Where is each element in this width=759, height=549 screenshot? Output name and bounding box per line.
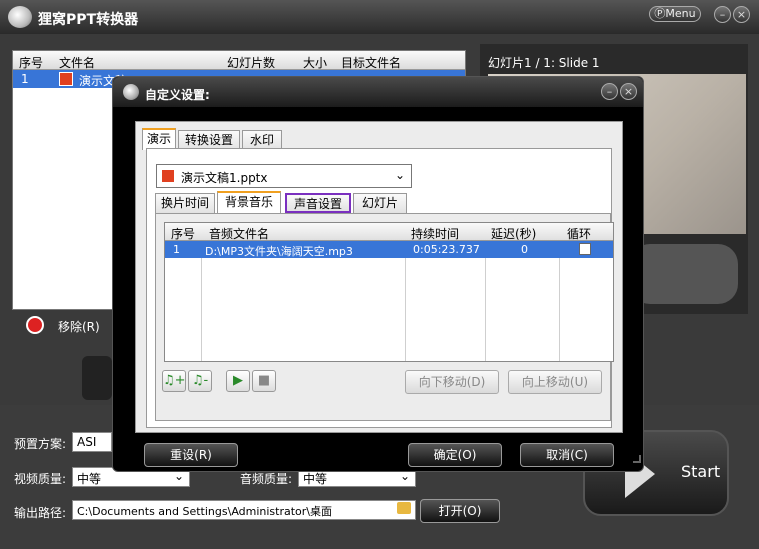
move-up-button[interactable]: 向上移动(U) [508, 370, 602, 394]
col-duration[interactable]: 持续时间 [411, 225, 459, 242]
tab-demo[interactable]: 演示 [142, 128, 176, 150]
output-label: 输出路径: [14, 506, 67, 520]
col-size[interactable]: 大小 [303, 54, 327, 71]
menu-label: Menu [665, 7, 696, 20]
file-select[interactable]: 演示文稿1.pptx ⌄ [156, 164, 412, 188]
playback-controls[interactable] [630, 244, 738, 304]
output-path-field[interactable]: C:\Documents and Settings\Administrator\… [72, 500, 416, 520]
video-quality-label: 视频质量: [14, 472, 67, 486]
dialog-body: 演示 转换设置 水印 演示文稿1.pptx ⌄ 换片时间 背景音乐 声音设置 幻… [135, 121, 623, 433]
app-logo-icon [8, 6, 32, 28]
start-label: Start [681, 462, 721, 481]
subtab-background-music[interactable]: 背景音乐 [217, 191, 281, 213]
add-music-icon[interactable]: ♫+ [162, 370, 186, 392]
col-audio-file[interactable]: 音频文件名 [209, 225, 269, 242]
audio-quality-value: 中等 [303, 472, 328, 486]
row-audio-file: D:\MP3文件夹\海阔天空.mp3 [205, 245, 353, 258]
menu-button[interactable]: ⓅMenu [649, 6, 701, 22]
col-target[interactable]: 目标文件名 [341, 54, 401, 71]
tab-convert-settings[interactable]: 转换设置 [178, 130, 240, 150]
demo-tab-pane: 演示文稿1.pptx ⌄ 换片时间 背景音乐 声音设置 幻灯片 序号 音频文件名… [146, 148, 614, 428]
add-file-icon[interactable] [82, 356, 112, 400]
subtab-sound-settings[interactable]: 声音设置 [285, 193, 351, 213]
col-slides[interactable]: 幻灯片数 [227, 54, 275, 71]
remove-icon[interactable] [26, 316, 44, 334]
ok-button[interactable]: 确定(O) [408, 443, 502, 467]
cancel-button[interactable]: 取消(C) [520, 443, 614, 467]
col-index[interactable]: 序号 [19, 54, 43, 71]
col-index[interactable]: 序号 [171, 225, 195, 242]
open-button[interactable]: 打开(O) [420, 499, 500, 523]
dialog-title-bar: 自定义设置: – × [113, 77, 643, 107]
file-select-value: 演示文稿1.pptx [181, 171, 268, 185]
preset-value: ASI [77, 435, 97, 449]
audio-table: 序号 音频文件名 持续时间 延迟(秒) 循环 1 D:\MP3文件夹\海阔天空.… [164, 222, 614, 362]
folder-icon[interactable] [397, 502, 411, 514]
chevron-down-icon: ⌄ [394, 168, 405, 182]
app-title: 狸窝PPT转换器 [38, 12, 139, 28]
loop-checkbox[interactable] [579, 243, 591, 255]
play-icon[interactable]: ▶ [226, 370, 250, 392]
dialog-title: 自定义设置: [145, 88, 210, 102]
remove-button[interactable]: 移除(R) [58, 318, 100, 335]
col-delay[interactable]: 延迟(秒) [491, 225, 536, 242]
col-filename[interactable]: 文件名 [59, 54, 95, 71]
audio-table-header: 序号 音频文件名 持续时间 延迟(秒) 循环 [165, 223, 613, 241]
tab-watermark[interactable]: 水印 [242, 130, 282, 150]
custom-settings-dialog: 自定义设置: – × 演示 转换设置 水印 演示文稿1.pptx ⌄ 换片时间 … [112, 76, 644, 472]
file-list-header: 序号 文件名 幻灯片数 大小 目标文件名 [13, 51, 465, 70]
close-icon[interactable]: × [733, 6, 750, 23]
audio-quality-label: 音频质量: [240, 472, 293, 486]
title-bar: 狸窝PPT转换器 ⓅMenu – × [0, 0, 759, 34]
row-delay: 0 [521, 243, 528, 256]
minimize-icon[interactable]: – [714, 6, 731, 23]
subtab-slides[interactable]: 幻灯片 [353, 193, 407, 213]
col-loop[interactable]: 循环 [567, 225, 591, 242]
table-row[interactable]: 1 D:\MP3文件夹\海阔天空.mp3 0:05:23.737 0 [165, 241, 613, 258]
preset-label: 预置方案: [14, 437, 67, 451]
output-path-value: C:\Documents and Settings\Administrator\… [77, 505, 333, 518]
background-music-pane: 序号 音频文件名 持续时间 延迟(秒) 循环 1 D:\MP3文件夹\海阔天空.… [155, 213, 614, 421]
preview-label: 幻灯片1 / 1: Slide 1 [488, 56, 600, 70]
ppt-file-icon [161, 169, 175, 183]
row-index: 1 [21, 72, 29, 86]
preset-select[interactable]: ASI [72, 432, 112, 452]
dialog-logo-icon [123, 84, 139, 100]
ppt-file-icon [59, 72, 73, 86]
stop-icon[interactable]: ■ [252, 370, 276, 392]
dialog-minimize-icon[interactable]: – [601, 83, 618, 100]
subtab-slide-timing[interactable]: 换片时间 [155, 193, 215, 213]
row-duration: 0:05:23.737 [413, 243, 480, 256]
resize-grip-icon[interactable] [633, 455, 641, 463]
video-quality-value: 中等 [77, 472, 102, 486]
reset-button[interactable]: 重设(R) [144, 443, 238, 467]
remove-music-icon[interactable]: ♫- [188, 370, 212, 392]
row-index: 1 [173, 243, 180, 256]
move-down-button[interactable]: 向下移动(D) [405, 370, 499, 394]
dialog-close-icon[interactable]: × [620, 83, 637, 100]
